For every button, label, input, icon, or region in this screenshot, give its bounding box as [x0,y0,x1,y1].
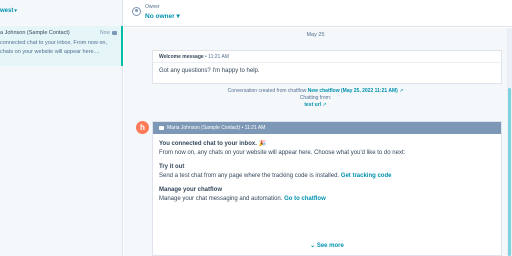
created-prefix: Conversation created from chatflow [227,88,307,94]
chatting-label: Chatting from: [299,95,332,101]
conversation-time: Now [100,30,117,36]
section-heading: Manage your chatflow [159,187,223,193]
message-thread: May 25 Welcome message • 11:21 AM Got an… [124,28,507,256]
conversation-item[interactable]: a Johnson (Sample Contact) Now connected… [0,26,123,66]
welcome-text: Got any questions? I'm happy to help. [159,68,260,74]
message-body: You connected chat to your inbox. 🎉 From… [153,134,501,209]
owner-label: Owner [145,4,160,10]
conversation-created-note: Conversation created from chatflow New c… [124,88,507,109]
section-heading: Try it out [159,164,185,170]
section-manage-chatflow: Manage your chatflow Manage your chat me… [159,186,495,203]
time-text: Now [99,30,110,36]
external-link-icon[interactable]: ↗ [322,102,326,108]
message-header: Maria Johnson (Sample Contact) • 11:21 A… [153,122,501,134]
user-icon [132,7,141,16]
section-try-it-out: Try it out Send a test chat from any pag… [159,163,495,180]
get-tracking-code-link[interactable]: Get tracking code [341,173,392,179]
welcome-message: Welcome message • 11:21 AM Got any quest… [152,50,502,84]
owner-dropdown[interactable]: No owner ▾ [145,12,180,20]
welcome-header: Welcome message • 11:21 AM [153,51,501,63]
chevron-down-icon: ▾ [14,8,17,14]
hubspot-icon: h [136,121,149,134]
date-divider: May 25 [306,32,325,38]
conversation-header: Owner No owner ▾ [124,0,512,27]
sender-name: Maria Johnson (Sample Contact) [167,125,241,131]
chat-icon [159,125,164,130]
see-more-label: See more [316,243,344,249]
go-to-chatflow-link[interactable]: Go to chatflow [284,196,326,202]
message-intro: From now on, any chats on your website w… [159,149,406,156]
contact-name: a Johnson (Sample Contact) [0,30,70,36]
message-card: Maria Johnson (Sample Contact) • 11:21 A… [152,121,502,256]
welcome-time: 11:21 AM [208,54,229,60]
message-title: You connected chat to your inbox. 🎉 [159,141,267,147]
owner-value: No owner [145,13,175,20]
scrollbar[interactable] [507,28,512,256]
welcome-title: Welcome message [159,54,204,60]
sort-label: west [0,8,14,14]
chat-icon [112,30,117,35]
section-text: Manage your chat messaging and automatio… [159,195,283,202]
sort-dropdown[interactable]: west▾ [0,8,17,14]
external-link-icon[interactable]: ↗ [399,88,403,94]
chatflow-link[interactable]: New chatflow (May 25, 2022 11:21 AM) [308,88,398,94]
section-text: Send a test chat from any page where the… [159,172,340,179]
content-fade [153,227,501,255]
test-url-link[interactable]: test url [304,102,321,108]
message-time: 11:21 AM [244,125,266,131]
scrollbar-thumb[interactable] [508,88,511,256]
conversation-list: west▾ a Johnson (Sample Contact) Now con… [0,0,123,256]
see-more-button[interactable]: ⌄ See more [153,242,501,249]
chevron-down-icon: ▾ [176,13,180,20]
conversation-preview: connected chat to your inbox. From now o… [0,40,108,55]
chevron-down-icon: ⌄ [310,243,316,249]
